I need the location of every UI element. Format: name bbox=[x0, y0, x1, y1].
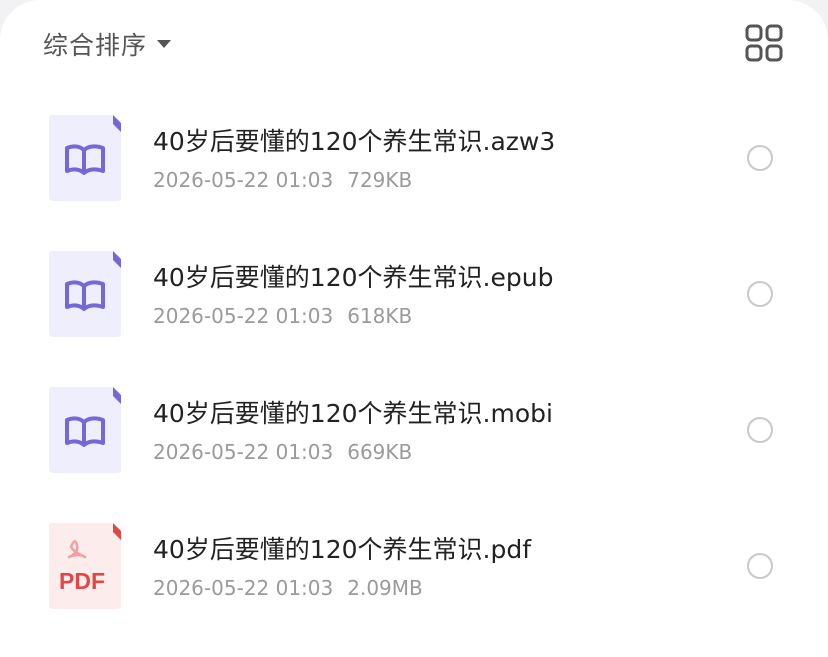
toolbar: 综合排序 bbox=[0, 0, 828, 88]
file-size: 2.09MB bbox=[347, 576, 423, 600]
file-meta: 2026-05-22 01:03 729KB bbox=[153, 168, 412, 192]
file-list: 40岁后要懂的120个养生常识.azw3 2026-05-22 01:03 729… bbox=[0, 88, 828, 632]
file-name: 40岁后要懂的120个养生常识.azw3 bbox=[153, 127, 556, 156]
select-radio[interactable] bbox=[747, 417, 773, 443]
book-icon bbox=[49, 251, 121, 337]
pdf-icon-label: PDF bbox=[59, 568, 105, 594]
file-date: 2026-05-22 01:03 bbox=[153, 304, 334, 328]
sort-label: 综合排序 bbox=[43, 31, 148, 60]
file-meta: 2026-05-22 01:03 2.09MB bbox=[153, 576, 423, 600]
file-date: 2026-05-22 01:03 bbox=[153, 168, 334, 192]
file-size: 669KB bbox=[347, 440, 413, 464]
select-radio[interactable] bbox=[747, 553, 773, 579]
file-size: 729KB bbox=[347, 168, 413, 192]
grid-view-button[interactable] bbox=[745, 24, 783, 62]
grid-view-icon bbox=[745, 24, 783, 62]
file-meta: 2026-05-22 01:03 669KB bbox=[153, 440, 412, 464]
file-row[interactable]: 40岁后要懂的120个养生常识.mobi 2026-05-22 01:03 669… bbox=[0, 360, 828, 496]
file-name: 40岁后要懂的120个养生常识.mobi bbox=[153, 399, 553, 428]
file-list-sheet: 综合排序 40岁后要懂的120个养生常识.azw3 2026-05-22 01:… bbox=[0, 0, 828, 657]
file-meta: 2026-05-22 01:03 618KB bbox=[153, 304, 412, 328]
book-icon bbox=[49, 387, 121, 473]
caret-down-icon bbox=[157, 40, 172, 48]
file-row[interactable]: 40岁后要懂的120个养生常识.azw3 2026-05-22 01:03 729… bbox=[0, 88, 828, 224]
select-radio[interactable] bbox=[747, 145, 773, 171]
book-icon bbox=[49, 115, 121, 201]
file-row[interactable]: PDF 40岁后要懂的120个养生常识.pdf 2026-05-22 01:03… bbox=[0, 496, 828, 632]
file-date: 2026-05-22 01:03 bbox=[153, 440, 334, 464]
file-date: 2026-05-22 01:03 bbox=[153, 576, 334, 600]
sort-button[interactable]: 综合排序 bbox=[43, 26, 172, 62]
pdf-icon: PDF bbox=[49, 523, 121, 609]
file-row[interactable]: 40岁后要懂的120个养生常识.epub 2026-05-22 01:03 618… bbox=[0, 224, 828, 360]
file-name: 40岁后要懂的120个养生常识.pdf bbox=[153, 535, 532, 564]
file-name: 40岁后要懂的120个养生常识.epub bbox=[153, 263, 554, 292]
select-radio[interactable] bbox=[747, 281, 773, 307]
file-size: 618KB bbox=[347, 304, 413, 328]
